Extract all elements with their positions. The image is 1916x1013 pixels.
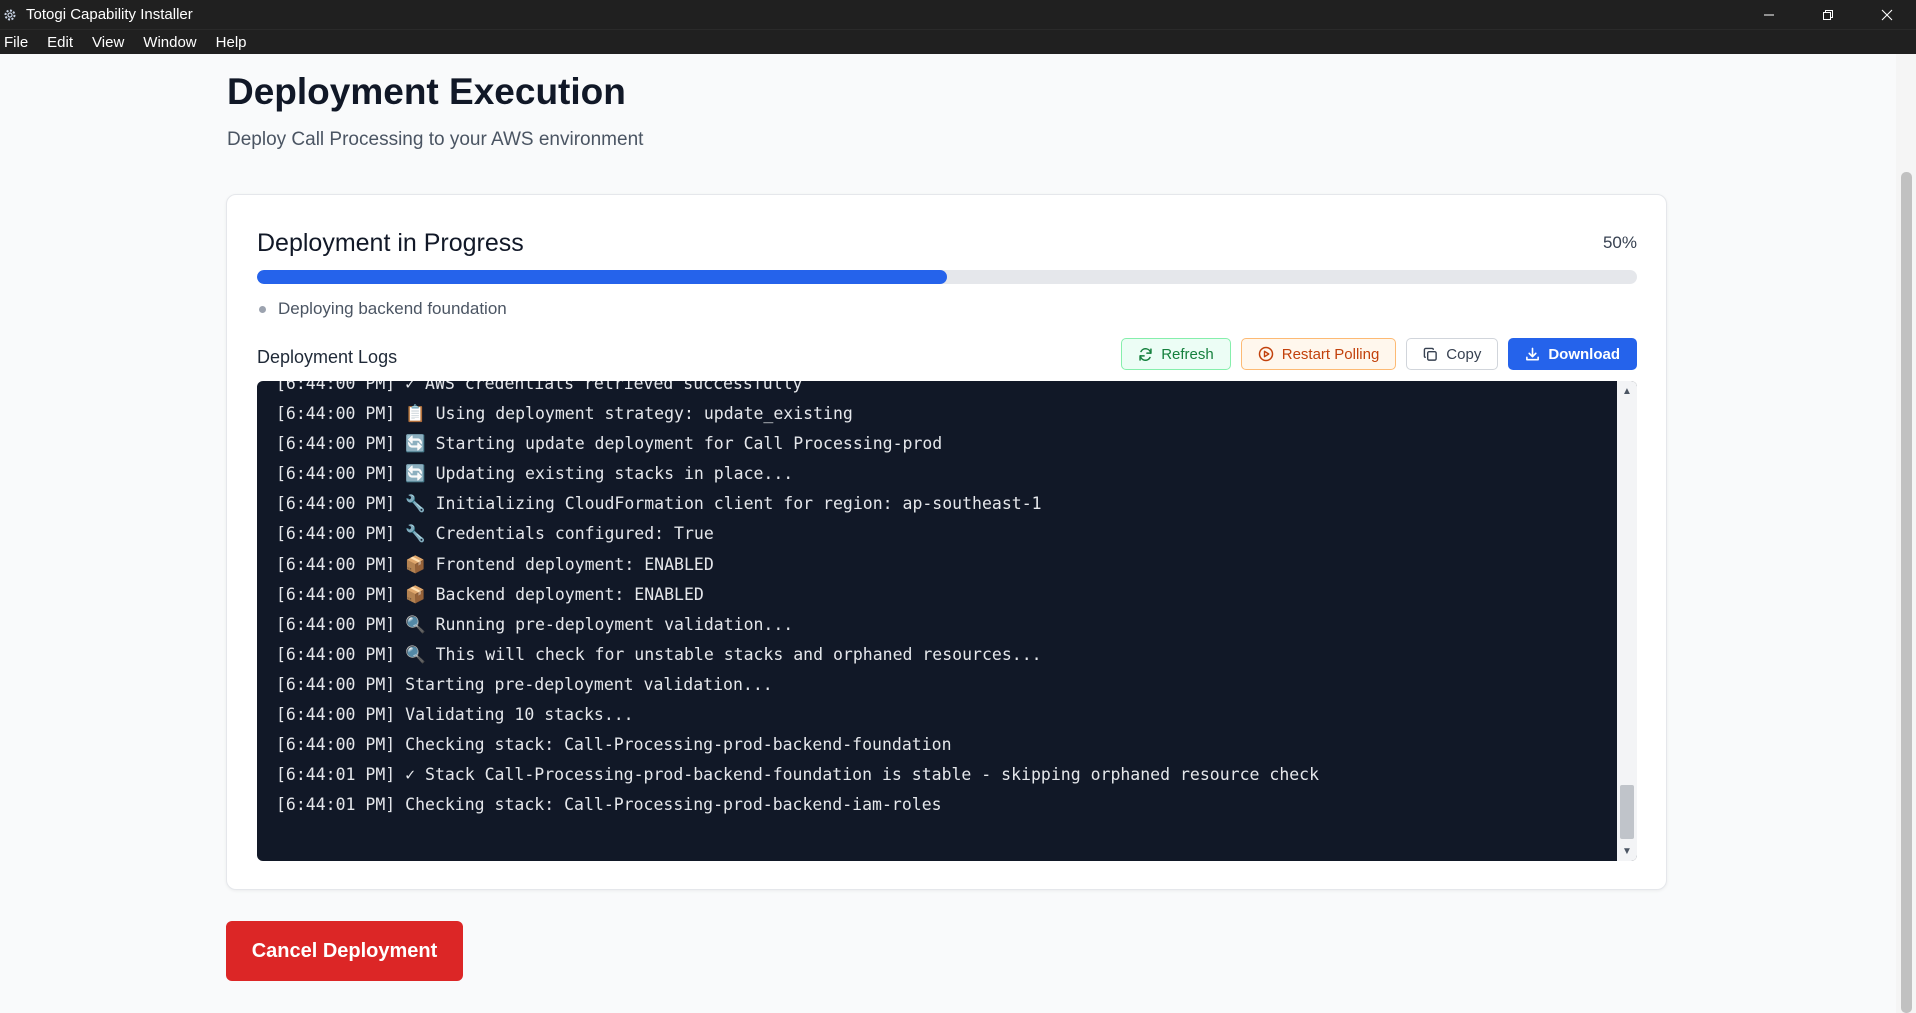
deployment-card: Deployment in Progress 50% Deploying bac… xyxy=(226,194,1667,890)
download-button[interactable]: Download xyxy=(1508,338,1637,370)
copy-button[interactable]: Copy xyxy=(1406,338,1499,370)
status-dot-icon xyxy=(259,305,266,313)
refresh-label: Refresh xyxy=(1161,345,1214,363)
scroll-up-icon[interactable]: ▲ xyxy=(1617,383,1637,399)
progress-title: Deployment in Progress xyxy=(257,229,524,257)
log-actions: Refresh Restart Polling Copy Download xyxy=(1121,338,1637,370)
main-content: Deployment Execution Deploy Call Process… xyxy=(0,54,1896,1013)
log-line: [6:44:00 PM] 📦 Frontend deployment: ENAB… xyxy=(276,554,714,574)
scroll-down-icon[interactable]: ▼ xyxy=(1617,843,1637,859)
window-title: Totogi Capability Installer xyxy=(26,6,193,23)
log-line: [6:44:00 PM] Starting pre-deployment val… xyxy=(276,674,773,694)
menu-view[interactable]: View xyxy=(92,34,124,51)
log-line: [6:44:00 PM] ✓ AWS credentials retrieved… xyxy=(276,381,803,393)
window-controls xyxy=(1739,0,1916,29)
log-line: [6:44:00 PM] 🔧 Credentials configured: T… xyxy=(276,524,714,544)
log-line: [6:44:00 PM] 🔍 This will check for unsta… xyxy=(276,644,1042,664)
download-label: Download xyxy=(1548,345,1620,363)
progress-bar-fill xyxy=(257,270,947,284)
page-subtitle: Deploy Call Processing to your AWS envir… xyxy=(227,129,644,150)
status-line: Deploying backend foundation xyxy=(257,299,507,319)
gear-icon xyxy=(2,7,18,23)
refresh-icon xyxy=(1138,347,1153,362)
refresh-button[interactable]: Refresh xyxy=(1121,338,1231,370)
download-icon xyxy=(1525,347,1540,362)
menu-edit[interactable]: Edit xyxy=(47,34,73,51)
copy-icon xyxy=(1423,347,1438,362)
page-title: Deployment Execution xyxy=(227,71,626,112)
play-circle-icon xyxy=(1258,346,1274,362)
log-line: [6:44:00 PM] Checking stack: Call-Proces… xyxy=(276,735,952,755)
log-scroll-thumb[interactable] xyxy=(1620,785,1634,839)
log-line: [6:44:01 PM] Checking stack: Call-Proces… xyxy=(276,795,942,815)
log-line: [6:44:00 PM] 🔧 Initializing CloudFormati… xyxy=(276,494,1042,514)
page-scroll-thumb[interactable] xyxy=(1901,172,1912,1013)
page-scrollbar[interactable] xyxy=(1896,54,1916,1013)
restart-polling-button[interactable]: Restart Polling xyxy=(1240,338,1397,370)
log-lines: [6:44:00 PM] ✓ AWS credentials retrieved… xyxy=(276,381,1319,820)
log-line: [6:44:01 PM] ✓ Stack Call-Processing-pro… xyxy=(276,765,1320,785)
cancel-deployment-button[interactable]: Cancel Deployment xyxy=(226,921,463,981)
minimize-icon[interactable] xyxy=(1739,0,1798,29)
menu-bar: File Edit View Window Help xyxy=(0,29,1916,54)
copy-label: Copy xyxy=(1446,345,1482,363)
menu-help[interactable]: Help xyxy=(216,34,247,51)
restart-polling-label: Restart Polling xyxy=(1281,345,1380,363)
log-viewport: [6:44:00 PM] ✓ AWS credentials retrieved… xyxy=(257,381,1617,861)
title-bar: Totogi Capability Installer xyxy=(0,0,1916,29)
log-line: [6:44:00 PM] 🔄 Updating existing stacks … xyxy=(276,464,794,484)
progress-percent: 50% xyxy=(1602,233,1637,252)
log-line: [6:44:00 PM] 📦 Backend deployment: ENABL… xyxy=(276,584,704,604)
close-icon[interactable] xyxy=(1857,0,1916,29)
log-scrollbar[interactable]: ▲ ▼ xyxy=(1617,381,1637,861)
log-panel[interactable]: [6:44:00 PM] ✓ AWS credentials retrieved… xyxy=(257,381,1637,861)
log-line: [6:44:00 PM] 📋 Using deployment strategy… xyxy=(276,404,853,424)
status-text: Deploying backend foundation xyxy=(278,299,507,318)
log-line: [6:44:00 PM] 🔄 Starting update deploymen… xyxy=(276,434,943,454)
log-line: [6:44:00 PM] Validating 10 stacks... xyxy=(276,705,634,725)
log-line: [6:44:00 PM] 🔍 Running pre-deployment va… xyxy=(276,614,794,634)
restore-icon[interactable] xyxy=(1798,0,1857,29)
logs-label: Deployment Logs xyxy=(257,347,398,367)
progress-bar xyxy=(257,270,1637,284)
menu-window[interactable]: Window xyxy=(143,34,196,51)
menu-file[interactable]: File xyxy=(4,34,28,51)
